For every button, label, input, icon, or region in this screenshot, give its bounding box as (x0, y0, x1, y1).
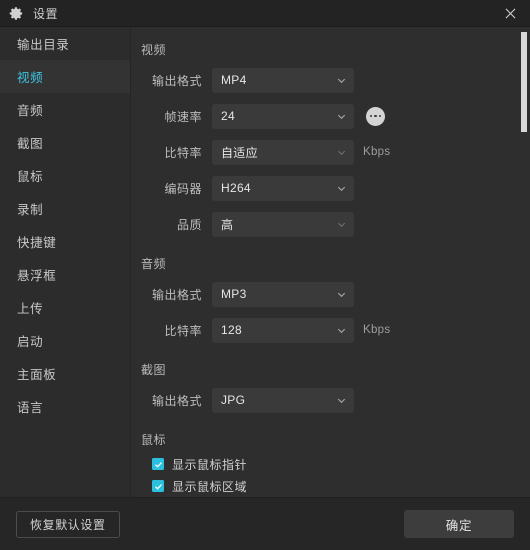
settings-scrollbar[interactable] (519, 27, 530, 497)
sidebar-item-main-panel[interactable]: 主面板 (0, 357, 130, 390)
sidebar-item-label: 录制 (17, 203, 44, 217)
sidebar-item-mouse[interactable]: 鼠标 (0, 159, 130, 192)
row-screenshot-output-format: 输出格式 JPG (131, 383, 530, 417)
section-title-mouse: 鼠标 (141, 433, 167, 447)
row-video-quality: 品质 高 (131, 207, 530, 241)
select-video-output-format[interactable]: MP4 (212, 67, 354, 93)
sidebar-item-label: 主面板 (17, 368, 57, 382)
chevron-down-icon (337, 186, 346, 191)
value-video-output-format: MP4 (221, 73, 247, 87)
section-title-screenshot: 截图 (141, 363, 167, 377)
section-title-video: 视频 (141, 43, 167, 57)
sidebar-item-hotkeys[interactable]: 快捷键 (0, 225, 130, 258)
section-video: 视频 输出格式 MP4 帧速率 24 比特率 自适应 Kbps 编码器 H264… (131, 41, 530, 241)
window-body: 输出目录 视频 音频 截图 鼠标 录制 快捷键 悬浮框 上传 启动 主面板 语言… (0, 26, 530, 497)
chevron-down-icon (337, 222, 346, 227)
sidebar-item-label: 视频 (17, 71, 44, 85)
label-screenshot-output-format: 输出格式 (151, 393, 202, 408)
sidebar-item-label: 鼠标 (17, 170, 44, 184)
chevron-down-icon (337, 398, 346, 403)
sidebar-item-startup[interactable]: 启动 (0, 324, 130, 357)
label-video-framerate: 帧速率 (164, 109, 202, 124)
value-video-encoder: H264 (221, 181, 251, 195)
settings-panel-wrap: 视频 输出格式 MP4 帧速率 24 比特率 自适应 Kbps 编码器 H264… (131, 27, 530, 497)
sidebar-item-label: 悬浮框 (17, 269, 57, 283)
sidebar-item-language[interactable]: 语言 (0, 390, 130, 423)
sidebar-item-label: 启动 (17, 335, 44, 349)
section-audio: 音频 输出格式 MP3 比特率 128 Kbps (131, 255, 530, 347)
label-video-encoder: 编码器 (164, 181, 202, 196)
gear-icon (9, 6, 23, 20)
sidebar-item-upload[interactable]: 上传 (0, 291, 130, 324)
value-audio-output-format: MP3 (221, 287, 247, 301)
restore-defaults-button[interactable]: 恢复默认设置 (16, 510, 120, 538)
ellipsis-icon[interactable] (366, 106, 385, 126)
sidebar-item-output-dir[interactable]: 输出目录 (0, 27, 130, 60)
value-video-bitrate: 自适应 (221, 145, 258, 160)
dialog-footer: 恢复默认设置 确定 (0, 497, 530, 550)
settings-panel: 视频 输出格式 MP4 帧速率 24 比特率 自适应 Kbps 编码器 H264… (131, 27, 530, 497)
sidebar-item-recording[interactable]: 录制 (0, 192, 130, 225)
row-video-output-format: 输出格式 MP4 (131, 63, 530, 97)
sidebar-item-label: 截图 (17, 137, 44, 151)
title-bar: 设置 (0, 0, 530, 26)
sidebar-item-video[interactable]: 视频 (0, 60, 130, 93)
row-video-framerate: 帧速率 24 (131, 99, 530, 133)
sidebar-item-label: 音频 (17, 104, 44, 118)
settings-sidebar: 输出目录 视频 音频 截图 鼠标 录制 快捷键 悬浮框 上传 启动 主面板 语言 (0, 27, 131, 497)
sidebar-item-screenshot[interactable]: 截图 (0, 126, 130, 159)
sidebar-item-audio[interactable]: 音频 (0, 93, 130, 126)
window-title: 设置 (33, 6, 59, 21)
label-video-bitrate: 比特率 (164, 145, 202, 160)
row-video-encoder: 编码器 H264 (131, 171, 530, 205)
row-audio-bitrate: 比特率 128 Kbps (131, 313, 530, 347)
checkbox-show-cursor[interactable]: 显示鼠标指针 (152, 453, 530, 475)
sidebar-item-label: 语言 (17, 401, 44, 415)
confirm-button[interactable]: 确定 (404, 510, 514, 538)
select-video-framerate[interactable]: 24 (212, 103, 354, 129)
checkbox-checked-icon (152, 458, 164, 470)
settings-window: 设置 输出目录 视频 音频 截图 鼠标 录制 快捷键 悬浮框 上传 启动 主面板… (0, 0, 530, 550)
select-audio-bitrate[interactable]: 128 (212, 317, 354, 343)
sidebar-item-label: 输出目录 (17, 38, 70, 52)
value-audio-bitrate: 128 (221, 323, 242, 337)
row-video-bitrate: 比特率 自适应 Kbps (131, 135, 530, 169)
select-screenshot-output-format[interactable]: JPG (212, 387, 354, 413)
unit-video-bitrate: Kbps (363, 146, 391, 158)
checkbox-checked-icon (152, 480, 164, 492)
section-title-audio: 音频 (141, 257, 167, 271)
unit-audio-bitrate: Kbps (363, 324, 391, 336)
section-mouse: 鼠标 显示鼠标指针 显示鼠标区域 (131, 431, 530, 497)
close-icon (505, 8, 515, 18)
sidebar-item-label: 快捷键 (17, 236, 57, 250)
select-audio-output-format[interactable]: MP3 (212, 281, 354, 307)
chevron-down-icon (337, 114, 346, 119)
label-audio-output-format: 输出格式 (151, 287, 202, 302)
section-screenshot: 截图 输出格式 JPG (131, 361, 530, 417)
select-video-bitrate[interactable]: 自适应 (212, 139, 354, 165)
label-video-quality: 品质 (176, 217, 202, 232)
sidebar-item-label: 上传 (17, 302, 44, 316)
chevron-down-icon (337, 78, 346, 83)
checkbox-label-show-cursor: 显示鼠标指针 (172, 457, 248, 472)
chevron-down-icon (337, 328, 346, 333)
chevron-down-icon (337, 150, 346, 155)
close-button[interactable] (490, 0, 530, 26)
checkbox-show-mouse-area[interactable]: 显示鼠标区域 (152, 475, 530, 497)
select-video-quality[interactable]: 高 (212, 211, 354, 237)
checkbox-label-show-mouse-area: 显示鼠标区域 (172, 479, 248, 494)
value-screenshot-output-format: JPG (221, 393, 246, 407)
value-video-quality: 高 (221, 217, 234, 232)
select-video-encoder[interactable]: H264 (212, 175, 354, 201)
row-audio-output-format: 输出格式 MP3 (131, 277, 530, 311)
label-audio-bitrate: 比特率 (164, 323, 202, 338)
chevron-down-icon (337, 292, 346, 297)
value-video-framerate: 24 (221, 109, 235, 123)
label-video-output-format: 输出格式 (151, 73, 202, 88)
sidebar-item-float-box[interactable]: 悬浮框 (0, 258, 130, 291)
scrollbar-thumb[interactable] (521, 32, 527, 132)
